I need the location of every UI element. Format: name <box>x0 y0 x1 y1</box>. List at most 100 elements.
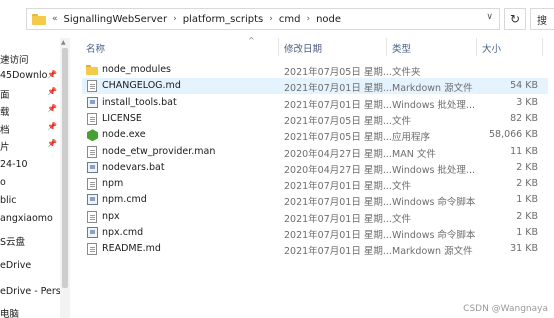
address-bar[interactable]: « SignallingWebServer › platform_scripts… <box>26 8 500 30</box>
sidebar-item[interactable]: 电脑 <box>0 306 60 318</box>
sidebar-item[interactable]: angxiaomo <box>0 213 60 229</box>
sidebar-item-label: 24-10 <box>0 159 28 170</box>
file-name: README.md <box>102 243 161 255</box>
sidebar-item[interactable]: eDrive <box>0 260 60 276</box>
file-size: 2 KB <box>516 161 538 173</box>
file-size: 1 KB <box>516 227 538 238</box>
file-row[interactable]: nodevars.bat 2020年04月27日 星期... Windows 批处理… <box>82 160 548 176</box>
file-name: npm <box>102 178 124 190</box>
file-type: Windows 批处理... <box>392 99 475 111</box>
file-row[interactable]: CHANGELOG.md 2021年07月01日 星期... Markdown 源文… <box>82 78 548 95</box>
breadcrumb-node[interactable]: node <box>316 14 341 25</box>
column-header: ^ 名称 修改日期 类型 大小 <box>72 36 554 56</box>
file-size: 11 KB <box>510 145 538 157</box>
file-type: 文件 <box>392 115 412 127</box>
folder-icon <box>86 64 98 76</box>
column-header-size[interactable]: 大小 <box>482 41 501 55</box>
sidebar-item-label: 电脑 <box>0 309 20 318</box>
column-header-type[interactable]: 类型 <box>392 41 411 55</box>
file-row[interactable]: npx 2021年07月01日 星期... 文件 2 KB <box>82 209 548 225</box>
file-name: LICENSE <box>102 112 142 124</box>
file-name: nodevars.bat <box>102 161 165 173</box>
column-divider[interactable] <box>278 38 279 56</box>
column-divider[interactable] <box>386 38 387 56</box>
file-modified-date: 2021年07月01日 星期... <box>284 213 392 225</box>
file-modified-date: 2021年07月05日 星期... <box>284 67 392 78</box>
column-header-date[interactable]: 修改日期 <box>284 41 322 55</box>
address-bar-row: « SignallingWebServer › platform_scripts… <box>0 0 554 38</box>
sort-ascending-icon: ^ <box>248 36 255 45</box>
file-name: node.exe <box>102 129 146 141</box>
file-name: node_etw_provider.man <box>102 145 216 157</box>
pin-icon: 📌 <box>47 139 57 148</box>
file-row[interactable]: node.exe 2021年07月05日 星期... 应用程序 58,066 KB <box>82 127 548 143</box>
file-row[interactable]: node_etw_provider.man 2020年04月27日 星期... MA… <box>82 144 548 160</box>
file-row[interactable]: README.md 2021年07月01日 星期... Markdown 源文件 31… <box>82 241 548 257</box>
column-divider[interactable] <box>542 38 543 56</box>
sidebar-item[interactable]: blic <box>0 195 60 211</box>
file-modified-date: 2021年07月01日 星期... <box>284 83 392 95</box>
file-modified-date: 2021年07月01日 星期... <box>284 181 392 193</box>
refresh-button[interactable]: ↻ <box>504 8 526 30</box>
sidebar-item[interactable]: o <box>0 177 60 193</box>
file-name: CHANGELOG.md <box>102 80 181 92</box>
file-icon <box>87 145 97 158</box>
breadcrumb-separator-icon[interactable]: › <box>306 14 310 24</box>
file-type: 应用程序 <box>392 132 431 144</box>
breadcrumb-platform-scripts[interactable]: platform_scripts <box>183 14 264 25</box>
file-type: Markdown 源文件 <box>392 83 473 95</box>
file-row[interactable]: install_tools.bat 2021年07月01日 星期... Window… <box>82 95 548 111</box>
sidebar-item[interactable]: 片 📌 <box>0 139 60 155</box>
sidebar-item[interactable]: S云盘 <box>0 234 60 250</box>
file-type: Windows 命令脚本 <box>392 197 476 209</box>
breadcrumb-signallingwebserver[interactable]: SignallingWebServer <box>64 14 168 25</box>
file-modified-date: 2021年07月01日 星期... <box>284 246 392 258</box>
sidebar-item-label: eDrive <box>0 260 32 271</box>
file-row[interactable]: npm 2021年07月01日 星期... 文件 2 KB <box>82 176 548 192</box>
sidebar-item-label: eDrive - Persc <box>0 286 60 297</box>
column-divider[interactable] <box>476 38 477 56</box>
file-modified-date: 2021年07月01日 星期... <box>284 230 392 241</box>
sidebar-item[interactable]: 档 📌 <box>0 122 60 138</box>
column-header-name[interactable]: 名称 <box>86 41 105 55</box>
sidebar-item[interactable]: eDrive - Persc <box>0 286 60 302</box>
refresh-icon: ↻ <box>509 12 521 26</box>
sidebar-item[interactable]: 45Downlo 📌 <box>0 70 60 86</box>
scroll-up-icon[interactable]: ▲ <box>61 39 66 46</box>
file-size: 82 KB <box>510 112 538 124</box>
file-size: 31 KB <box>510 243 538 255</box>
cmd-file-icon <box>87 194 98 206</box>
file-row[interactable]: node_modules 2021年07月05日 星期... 文件夹 <box>82 62 548 78</box>
file-modified-date: 2021年07月05日 星期... <box>284 115 392 127</box>
sidebar-item-label: 载 <box>0 107 10 118</box>
search-input[interactable]: 搜 <box>530 8 554 30</box>
sidebar-item-label: angxiaomo <box>0 213 53 224</box>
file-row[interactable]: LICENSE 2021年07月05日 星期... 文件 82 KB <box>82 111 548 127</box>
file-name: npm.cmd <box>102 194 147 206</box>
breadcrumb-cmd[interactable]: cmd <box>279 14 301 25</box>
sidebar-item[interactable]: 24-10 <box>0 159 60 175</box>
file-size: 2 KB <box>516 178 538 190</box>
sidebar-item[interactable]: 载 📌 <box>0 104 60 120</box>
file-type: MAN 文件 <box>392 148 436 160</box>
breadcrumb-separator-icon[interactable]: › <box>269 14 273 24</box>
file-type: 文件 <box>392 181 412 193</box>
sidebar-item[interactable]: 面 📌 <box>0 87 60 103</box>
chevron-down-icon[interactable]: ∨ <box>486 12 493 22</box>
node-exe-icon <box>87 129 98 141</box>
sidebar-item-label: blic <box>0 195 17 206</box>
sidebar-item-label: o <box>0 177 6 188</box>
overflow-chevron-icon[interactable]: « <box>52 14 58 24</box>
file-icon <box>87 112 97 125</box>
pin-icon: 📌 <box>47 122 57 131</box>
file-row[interactable]: npx.cmd 2021年07月01日 星期... Windows 命令脚本 1 KB <box>82 225 548 241</box>
file-modified-date: 2021年07月01日 星期... <box>284 99 392 111</box>
file-size: 3 KB <box>516 96 538 108</box>
sidebar-item[interactable]: 速访问 <box>0 52 60 68</box>
file-name: npx.cmd <box>102 227 144 238</box>
sidebar-scrollbar-thumb[interactable] <box>62 48 68 288</box>
breadcrumb-separator-icon[interactable]: › <box>173 14 177 24</box>
batch-file-icon <box>87 96 98 108</box>
pin-icon: 📌 <box>47 70 57 79</box>
file-row[interactable]: npm.cmd 2021年07月01日 星期... Windows 命令脚本 1 KB <box>82 192 548 208</box>
